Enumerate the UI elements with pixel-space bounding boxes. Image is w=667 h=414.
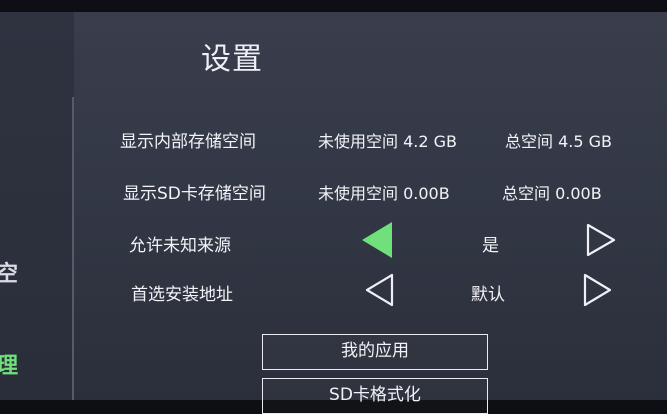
sd-storage-label: 显示SD卡存储空间 — [123, 184, 266, 204]
sidebar-divider — [72, 97, 74, 400]
internal-unused-space: 未使用空间 4.2 GB — [318, 132, 457, 151]
internal-storage-label: 显示内部存储空间 — [120, 132, 256, 152]
install-location-label: 首选安装地址 — [131, 285, 233, 305]
my-apps-button[interactable]: 我的应用 — [262, 334, 488, 370]
left-triangle-icon — [362, 222, 392, 258]
sd-format-button[interactable]: SD卡格式化 — [262, 378, 488, 414]
install-location-value: 默认 — [471, 285, 505, 305]
sidebar-item-partial[interactable]: 空 — [0, 256, 18, 288]
install-location-next-button[interactable] — [582, 272, 616, 312]
left-triangle-icon — [365, 273, 394, 307]
unknown-sources-prev-button[interactable] — [360, 220, 394, 260]
page-title: 设置 — [201, 42, 263, 77]
sidebar-item-selected-partial[interactable]: 理 — [0, 348, 18, 380]
unknown-sources-value: 是 — [482, 236, 499, 256]
internal-total-space: 总空间 4.5 GB — [505, 132, 612, 151]
sd-unused-space: 未使用空间 0.00B — [318, 184, 450, 203]
right-triangle-icon — [586, 223, 616, 257]
right-triangle-icon — [583, 273, 612, 307]
install-location-prev-button[interactable] — [364, 272, 398, 312]
settings-screen: 空 理 设置 显示内部存储空间 未使用空间 4.2 GB 总空间 4.5 GB … — [0, 12, 667, 414]
sd-total-space: 总空间 0.00B — [502, 184, 602, 203]
unknown-sources-label: 允许未知来源 — [129, 236, 231, 256]
left-sidebar: 空 理 — [0, 12, 74, 400]
unknown-sources-next-button[interactable] — [585, 222, 619, 262]
